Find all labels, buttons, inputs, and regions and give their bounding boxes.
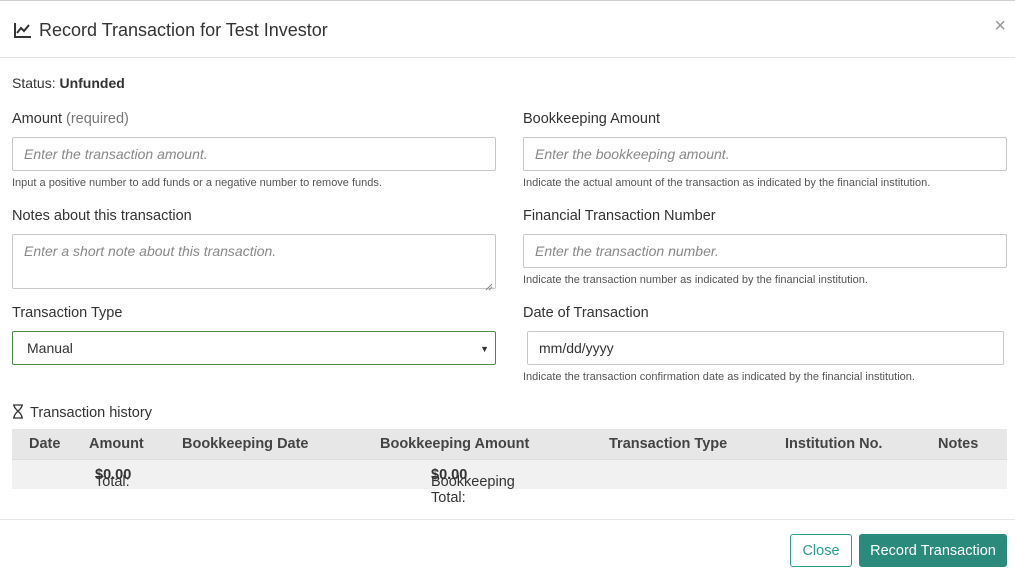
transaction-history-table: Date Amount Bookkeeping Date Bookkeeping… xyxy=(12,429,1007,506)
modal-header: Record Transaction for Test Investor × xyxy=(0,1,1015,58)
hourglass-icon xyxy=(13,404,23,419)
financial-number-placeholder: Enter the transaction number. xyxy=(535,243,719,259)
bookkeeping-amount-label: Bookkeeping Amount xyxy=(523,111,661,127)
modal-title: Record Transaction for Test Investor xyxy=(39,20,328,40)
close-button[interactable]: Close xyxy=(790,534,852,567)
caret-down-icon: ▼ xyxy=(480,344,489,354)
amount-label-text: Amount xyxy=(12,111,62,127)
close-icon[interactable]: × xyxy=(994,16,1006,36)
column-bookkeeping-date[interactable]: Bookkeeping Date xyxy=(182,436,309,452)
column-institution-no[interactable]: Institution No. xyxy=(785,436,882,452)
financial-number-label: Financial Transaction Number xyxy=(523,208,716,224)
resize-grip-icon[interactable] xyxy=(485,278,493,291)
financial-number-input[interactable]: Enter the transaction number. xyxy=(523,234,1007,268)
transaction-type-label: Transaction Type xyxy=(12,305,123,321)
date-input[interactable]: mm/dd/yyyy xyxy=(527,331,1004,365)
date-help: Indicate the transaction confirmation da… xyxy=(523,371,915,383)
status-line: Status: Unfunded xyxy=(12,75,125,91)
financial-number-help: Indicate the transaction number as indic… xyxy=(523,274,868,286)
date-label: Date of Transaction xyxy=(523,305,649,321)
notes-textarea[interactable]: Enter a short note about this transactio… xyxy=(12,234,496,291)
transaction-history-heading: Transaction history xyxy=(12,404,152,421)
bookkeeping-total-label: Bookkeeping Total: xyxy=(431,474,515,506)
bookkeeping-total: Bookkeeping Total: $0.00 xyxy=(431,467,515,506)
bookkeeping-amount-placeholder: Enter the bookkeeping amount. xyxy=(535,146,730,162)
bookkeeping-amount-input[interactable]: Enter the bookkeeping amount. xyxy=(523,137,1007,171)
footer-divider xyxy=(0,519,1015,520)
transaction-type-select[interactable]: Manual ▼ xyxy=(12,331,496,365)
column-notes[interactable]: Notes xyxy=(938,436,978,452)
column-transaction-type[interactable]: Transaction Type xyxy=(609,436,727,452)
table-totals-row: Total: $0.00 Bookkeeping Total: $0.00 xyxy=(12,459,1007,506)
total-amount: Total: $0.00 xyxy=(95,467,131,490)
amount-placeholder: Enter the transaction amount. xyxy=(24,146,208,162)
amount-help: Input a positive number to add funds or … xyxy=(12,177,382,189)
amount-required-note: (required) xyxy=(66,111,129,127)
status-label: Status: xyxy=(12,75,56,91)
table-header: Date Amount Bookkeeping Date Bookkeeping… xyxy=(12,429,1007,459)
notes-label: Notes about this transaction xyxy=(12,208,192,224)
date-value: mm/dd/yyyy xyxy=(539,340,614,356)
column-date[interactable]: Date xyxy=(29,436,60,452)
record-transaction-button[interactable]: Record Transaction xyxy=(859,534,1007,567)
bookkeeping-amount-help: Indicate the actual amount of the transa… xyxy=(523,177,931,189)
transaction-type-value: Manual xyxy=(27,340,73,356)
status-value: Unfunded xyxy=(59,75,125,91)
amount-label: Amount (required) xyxy=(12,111,129,127)
line-chart-icon xyxy=(14,22,32,38)
transaction-history-title: Transaction history xyxy=(30,405,152,421)
amount-input[interactable]: Enter the transaction amount. xyxy=(12,137,496,171)
total-label: Total: xyxy=(95,474,130,490)
column-bookkeeping-amount[interactable]: Bookkeeping Amount xyxy=(380,436,529,452)
column-amount[interactable]: Amount xyxy=(89,436,144,452)
notes-placeholder: Enter a short note about this transactio… xyxy=(24,243,277,259)
